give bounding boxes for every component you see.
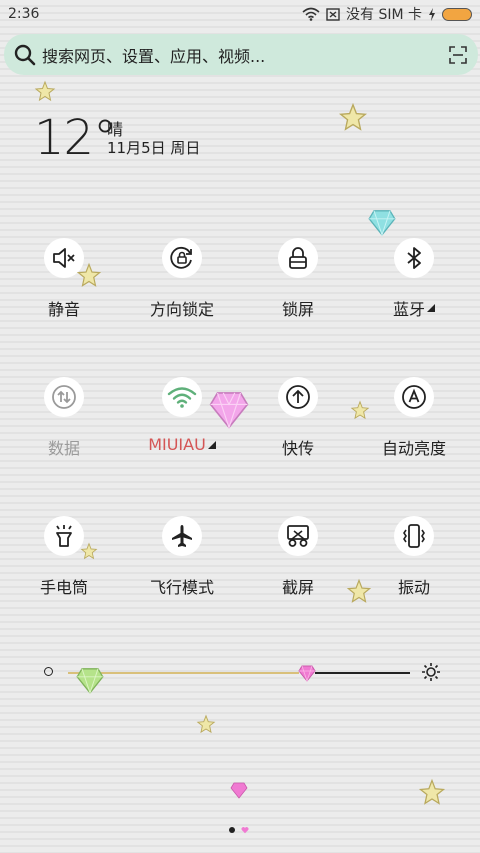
brightness-low-icon <box>44 667 53 676</box>
scan-icon[interactable] <box>448 45 468 65</box>
bluetooth-icon <box>394 238 434 278</box>
star-sticker-icon <box>350 400 370 420</box>
expand-indicator <box>207 440 216 449</box>
star-sticker-icon <box>196 714 216 734</box>
toggle-airplane[interactable]: 飞行模式 <box>122 516 242 598</box>
star-sticker-icon <box>80 542 98 560</box>
screenshot-icon <box>278 516 318 556</box>
toggle-label: 静音 <box>47 300 80 319</box>
status-bar: 2:36 没有 SIM 卡 <box>0 0 480 28</box>
brightness-track <box>315 672 410 674</box>
toggle-lock-screen[interactable]: 锁屏 <box>238 238 358 320</box>
vibrate-icon <box>394 516 434 556</box>
quick-transfer-icon <box>278 377 318 417</box>
diamond-sticker-icon <box>368 210 396 237</box>
rotation-lock-icon <box>162 238 202 278</box>
toggle-quick-transfer[interactable]: 快传 <box>238 377 358 459</box>
star-sticker-icon <box>76 262 102 287</box>
brightness-high-icon <box>422 663 440 681</box>
toggle-label: 飞行模式 <box>149 578 214 597</box>
page-dot-heart-icon <box>241 827 249 834</box>
data-icon <box>44 377 84 417</box>
toggle-mute[interactable]: 静音 <box>4 238 124 320</box>
airplane-icon <box>162 516 202 556</box>
brightness-thumb[interactable] <box>297 663 317 683</box>
toggle-label: 手电筒 <box>39 578 88 597</box>
bluetooth-label-text: 蓝牙 <box>392 300 425 319</box>
page-indicator <box>229 826 249 834</box>
toggle-vibrate[interactable]: 振动 <box>354 516 474 598</box>
charging-icon <box>429 7 435 21</box>
toggle-flashlight[interactable]: 手电筒 <box>4 516 124 598</box>
toggle-label: 快传 <box>281 439 314 458</box>
star-sticker-icon <box>346 578 372 603</box>
status-time: 2:36 <box>8 6 40 22</box>
toggle-auto-brightness[interactable]: 自动亮度 <box>354 377 474 459</box>
diamond-sticker-icon <box>209 392 249 430</box>
wifi-icon <box>162 377 202 417</box>
toggle-screenshot[interactable]: 截屏 <box>238 516 358 598</box>
no-sim-icon <box>326 7 340 21</box>
weather-temperature[interactable]: 12° <box>34 110 117 166</box>
star-sticker-icon <box>34 80 56 102</box>
toggle-label: 数据 <box>47 439 80 458</box>
search-icon <box>14 44 36 65</box>
toggle-label: MIUIAU <box>148 435 216 454</box>
toggle-label: 自动亮度 <box>381 439 446 458</box>
page-dot-active <box>229 827 235 833</box>
toggle-bluetooth[interactable]: 蓝牙 <box>354 238 474 320</box>
status-icons: 没有 SIM 卡 <box>302 4 472 24</box>
toggle-label: 方向锁定 <box>149 300 214 319</box>
toggle-label: 蓝牙 <box>393 296 435 320</box>
toggle-label: 截屏 <box>281 578 314 597</box>
star-sticker-icon <box>338 102 368 131</box>
toggle-data[interactable]: 数据 <box>4 377 124 459</box>
star-sticker-icon <box>418 778 446 805</box>
toggle-rotation-lock[interactable]: 方向锁定 <box>122 238 242 320</box>
auto-brightness-icon <box>394 377 434 417</box>
toggle-label: 锁屏 <box>281 300 314 319</box>
toggle-label: 振动 <box>397 578 430 597</box>
sim-status-text: 没有 SIM 卡 <box>346 7 422 23</box>
search-input[interactable]: 搜索网页、设置、应用、视频... <box>42 43 448 67</box>
lock-icon <box>278 238 318 278</box>
expand-indicator <box>427 304 435 312</box>
flashlight-icon <box>44 516 84 556</box>
wifi-status-icon <box>302 7 320 21</box>
wifi-label-text: MIUIAU <box>148 435 206 454</box>
weather-date: 11月5日 周日 <box>107 139 201 157</box>
diamond-sticker-icon <box>230 782 248 799</box>
diamond-sticker-icon <box>76 668 104 695</box>
search-bar[interactable]: 搜索网页、设置、应用、视频... <box>4 34 478 75</box>
battery-icon <box>442 7 472 21</box>
